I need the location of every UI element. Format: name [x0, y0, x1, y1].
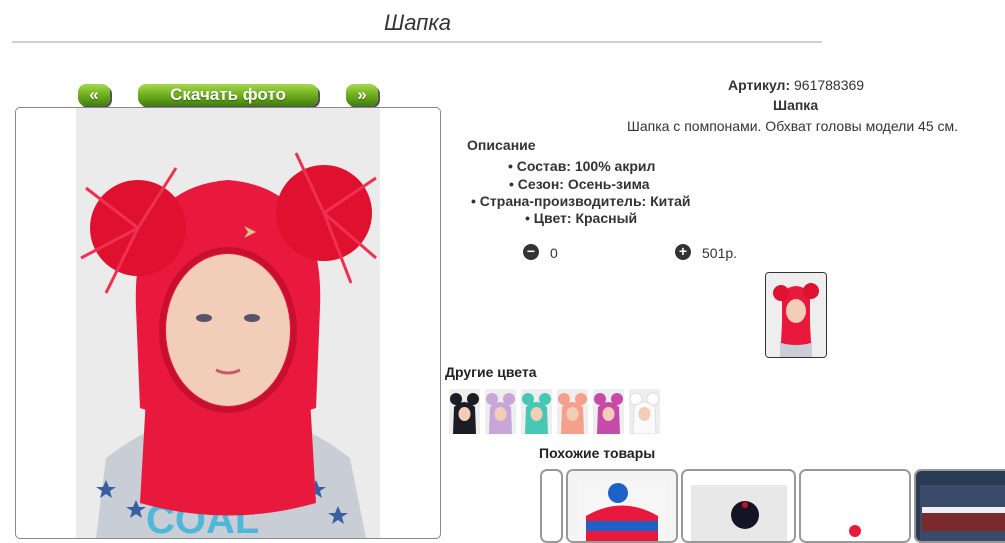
product-thumbnail[interactable] [765, 272, 827, 358]
similar-card[interactable] [566, 469, 678, 543]
main-photo-frame: COAL [15, 107, 441, 539]
spec-color: Цвет: Красный [525, 210, 637, 226]
spec-composition: Состав: 100% акрил [508, 158, 656, 174]
color-swatch-lilac[interactable] [485, 389, 516, 434]
main-product-photo[interactable]: COAL [76, 108, 380, 538]
sku-line: Артикул: 961788369 [728, 77, 864, 93]
download-photo-button[interactable]: Скачать фото [138, 84, 318, 106]
title-divider [12, 41, 822, 43]
prev-photo-button[interactable]: « [78, 84, 110, 106]
product-description: Шапка с помпонами. Обхват головы модели … [627, 118, 959, 134]
similar-card-partial[interactable] [540, 469, 563, 543]
similar-card[interactable] [681, 469, 796, 543]
other-colors-heading: Другие цвета [445, 364, 537, 380]
spec-season: Сезон: Осень-зима [509, 176, 650, 192]
next-photo-button[interactable]: » [346, 84, 378, 106]
similar-card-partial[interactable] [914, 469, 1005, 543]
similar-products-heading: Похожие товары [539, 445, 656, 461]
description-heading: Описание [467, 137, 536, 153]
color-swatch-black[interactable] [449, 389, 480, 434]
spec-country: Страна-производитель: Китай [471, 193, 691, 209]
sku-label: Артикул: [728, 77, 791, 93]
color-swatch-white[interactable] [629, 389, 660, 434]
minus-circle-icon[interactable]: − [523, 244, 539, 260]
plus-circle-icon[interactable]: + [675, 244, 691, 260]
sku-value: 961788369 [794, 77, 865, 93]
price-value: 501р. [702, 245, 738, 261]
color-swatch-peach[interactable] [557, 389, 588, 434]
color-swatch-magenta[interactable] [593, 389, 624, 434]
quantity-value: 0 [550, 245, 558, 261]
similar-card[interactable] [799, 469, 911, 543]
page-title: Шапка [384, 10, 451, 35]
product-name: Шапка [773, 97, 819, 113]
color-swatch-mint[interactable] [521, 389, 552, 434]
